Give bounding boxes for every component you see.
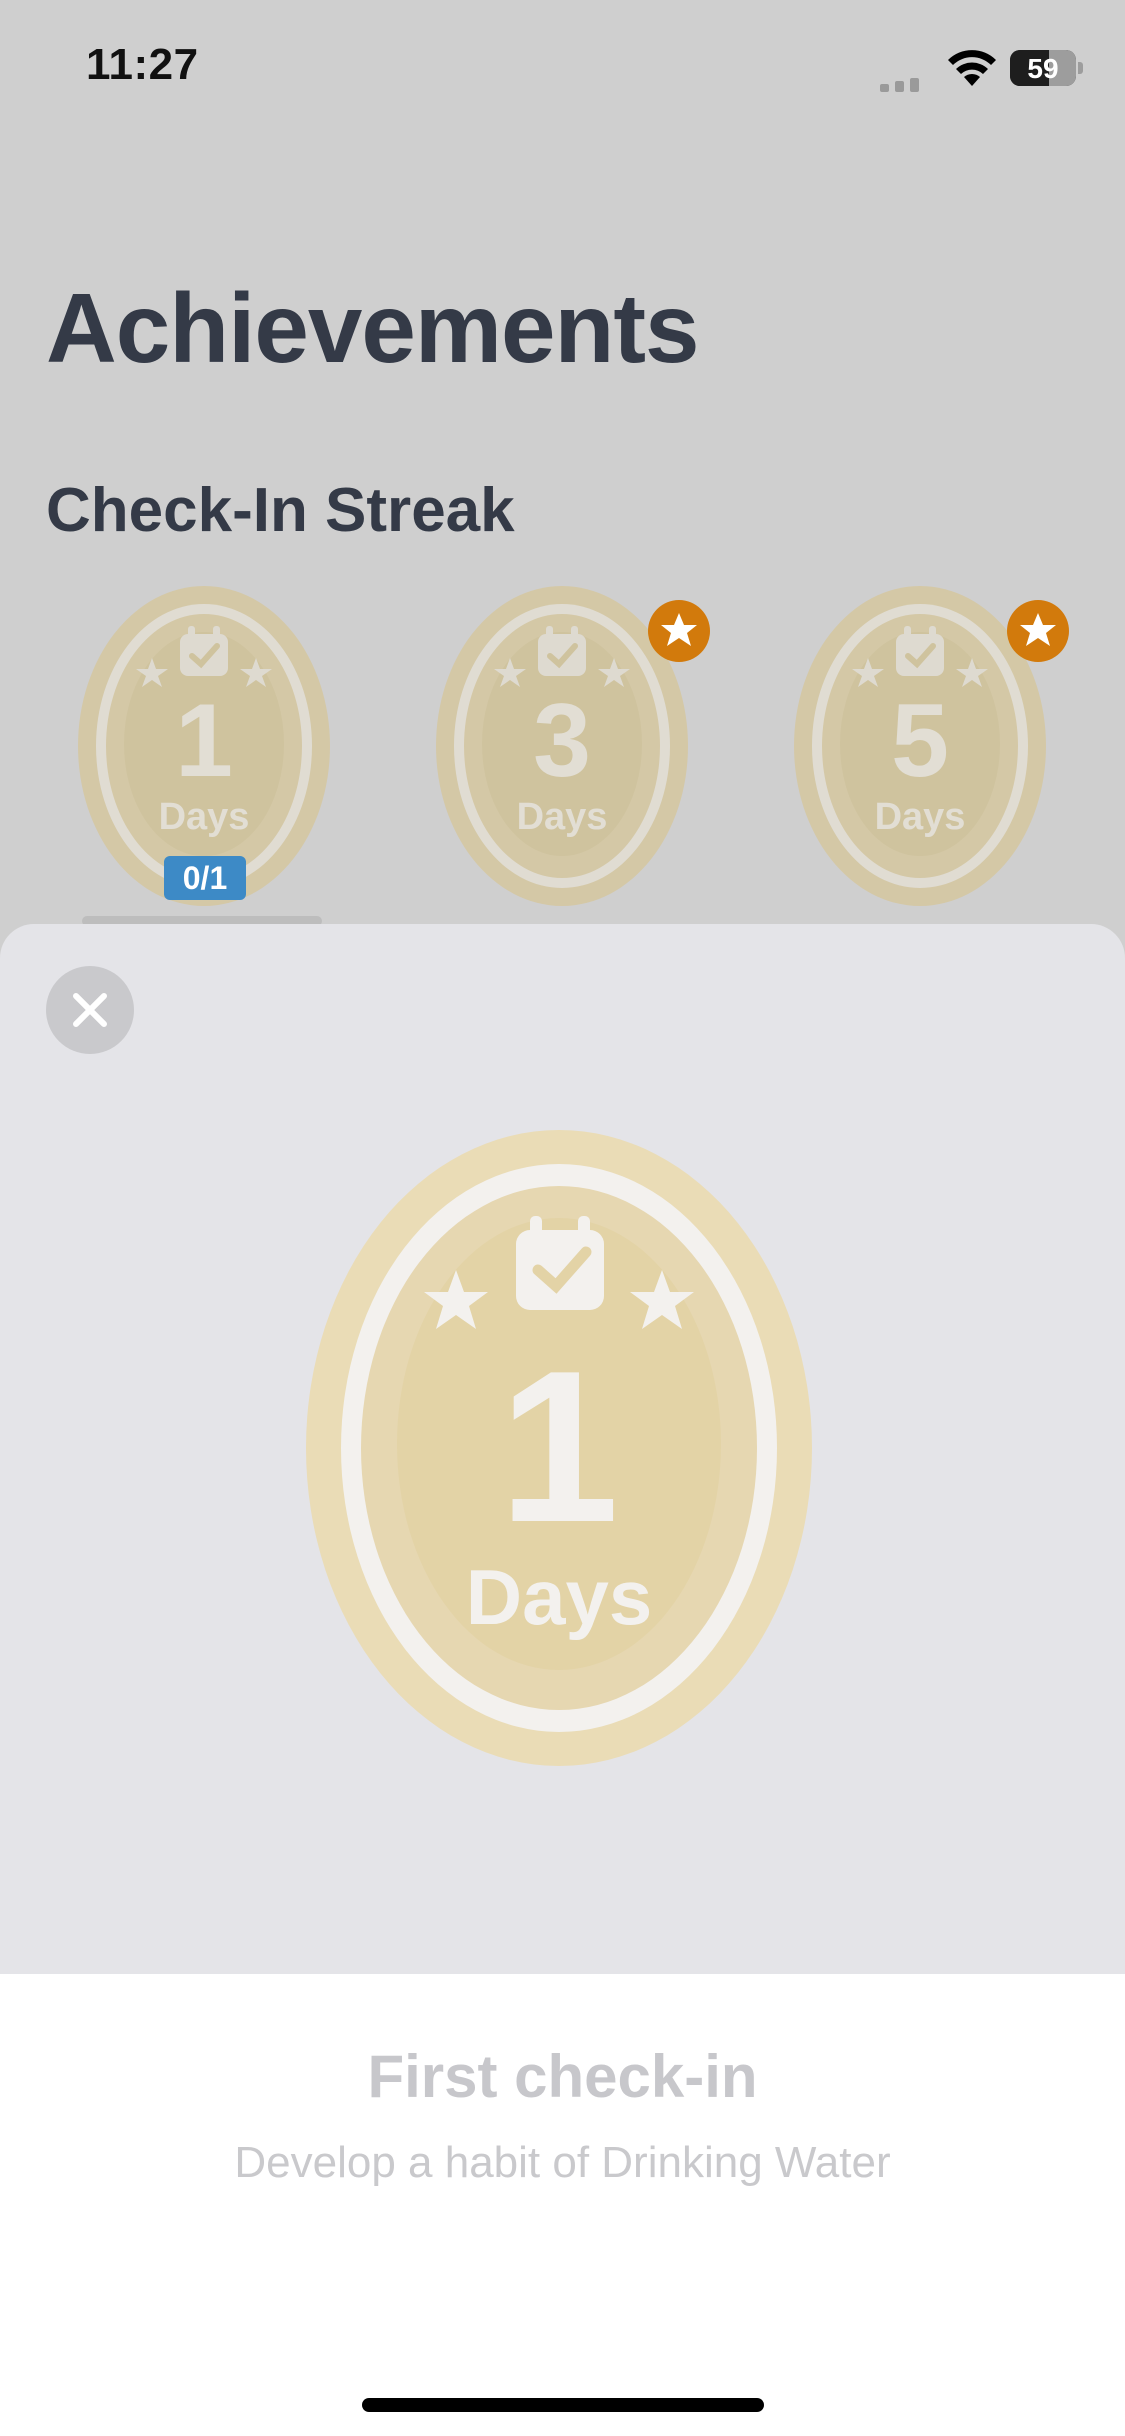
detail-badge-unit: Days [465, 1553, 653, 1641]
star-badge-icon [1007, 600, 1069, 662]
badge-progress: 0/1 [164, 856, 246, 900]
battery-level: 59 [1027, 53, 1059, 84]
badge-unit: Days [874, 796, 966, 838]
close-icon [73, 993, 107, 1027]
status-bar: 11:27 59 [0, 0, 1125, 140]
close-button[interactable] [46, 966, 134, 1054]
detail-badge: 1 Days [306, 1130, 812, 1771]
page-title: Achievements [46, 273, 700, 383]
achievement-subtitle: Develop a habit of Drinking Water [234, 2138, 891, 2187]
wifi-icon [948, 50, 996, 86]
badge-number: 3 [533, 683, 591, 799]
home-indicator[interactable] [362, 2398, 764, 2412]
badge-number: 1 [175, 683, 233, 799]
achievement-detail-sheet: 1 Days First check-in Develop a habit of… [0, 924, 1125, 2436]
signal-icon [880, 74, 934, 92]
battery-icon: 59 [1010, 50, 1076, 86]
badge-number: 5 [891, 683, 949, 799]
section-title: Check-In Streak [46, 476, 515, 545]
status-time: 11:27 [86, 40, 199, 89]
calendar-check-icon [516, 1216, 604, 1310]
star-badge-icon [648, 600, 710, 662]
detail-badge-number: 1 [498, 1325, 620, 1567]
badge-unit: Days [516, 796, 608, 838]
badge-unit: Days [158, 796, 250, 838]
achievement-title: First check-in [367, 2043, 758, 2110]
battery-cap [1078, 62, 1083, 74]
